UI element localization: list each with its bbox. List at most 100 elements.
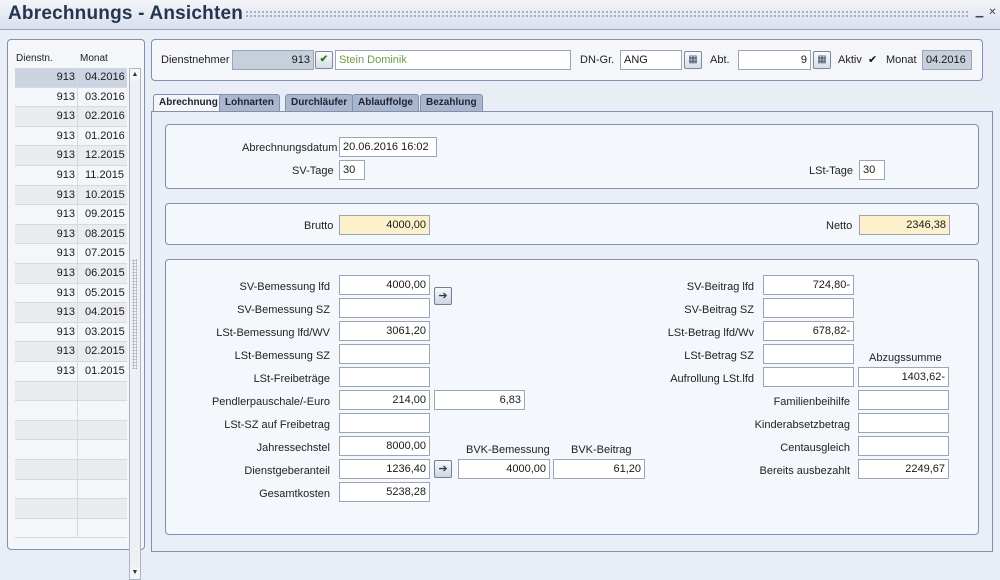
list-row[interactable]: 913 03.2016 <box>15 87 127 108</box>
list-cell-monat: 07.2015 <box>85 247 125 260</box>
list-row[interactable]: 913 06.2015 <box>15 264 127 284</box>
svtage-label: SV-Tage <box>292 165 334 177</box>
scroll-up-icon[interactable]: ▲ <box>130 69 140 81</box>
familienbeihilfe-label: Familienbeihilfe <box>773 396 850 408</box>
list-row[interactable] <box>15 460 127 480</box>
list-cell-monat: 02.2016 <box>85 110 125 123</box>
familienbeihilfe-field[interactable] <box>858 390 949 410</box>
abrechnung-panel: Abrechnungsdatum 20.06.2016 16:02 SV-Tag… <box>151 111 993 552</box>
monat-field[interactable]: 04.2016 <box>922 50 972 70</box>
list-row[interactable]: 913 04.2016 <box>15 68 127 88</box>
brutto-label: Brutto <box>304 220 334 232</box>
list-row[interactable] <box>15 420 127 441</box>
sv-bemessung-sz-field[interactable] <box>339 298 430 318</box>
sv-beitrag-lfd-field[interactable]: 724,80- <box>763 275 854 295</box>
aktiv-checkbox[interactable]: ✔ <box>868 55 878 66</box>
list-row[interactable] <box>15 479 127 500</box>
lst-betrag-lfd-label: LSt-Betrag lfd/Wv <box>667 327 754 339</box>
lst-sz-freibetrag-field[interactable] <box>339 413 430 433</box>
list-row[interactable]: 913 09.2015 <box>15 205 127 225</box>
aufrollung-field[interactable] <box>763 367 854 387</box>
list-scrollbar[interactable]: ▲ ▼ <box>129 68 141 580</box>
lsttage-field[interactable]: 30 <box>859 160 885 180</box>
list-cell-monat: 01.2015 <box>85 365 125 377</box>
bvk-bemessung-field[interactable]: 4000,00 <box>458 459 550 479</box>
close-icon[interactable]: ✕ <box>987 7 998 19</box>
gesamtkosten-field[interactable]: 5238,28 <box>339 482 430 502</box>
calendar-icon[interactable]: ▦ <box>813 51 831 69</box>
date-box: Abrechnungsdatum 20.06.2016 16:02 SV-Tag… <box>165 124 979 189</box>
minimize-icon[interactable]: ▁ <box>974 7 985 19</box>
bvk-beitrag-field[interactable]: 61,20 <box>553 459 645 479</box>
sv-beitrag-sz-field[interactable] <box>763 298 854 318</box>
list-row[interactable]: 913 07.2015 <box>15 244 127 264</box>
netto-field[interactable]: 2346,38 <box>859 215 950 235</box>
list-cell-dienstn: 913 <box>15 264 78 283</box>
arrow-right-icon[interactable]: ➔ <box>434 287 452 305</box>
lst-bemessung-sz-field[interactable] <box>339 344 430 364</box>
abt-field[interactable]: 9 <box>738 50 811 70</box>
list-row[interactable]: 913 01.2016 <box>15 126 127 147</box>
list-row[interactable]: 913 03.2015 <box>15 322 127 343</box>
dienstgeberanteil-field[interactable]: 1236,40 <box>339 459 430 479</box>
abzugssumme-field[interactable]: 1403,62- <box>858 367 949 387</box>
scroll-down-icon[interactable]: ▼ <box>130 567 140 579</box>
pendlereuro-field[interactable]: 6,83 <box>434 390 525 410</box>
list-row[interactable] <box>15 440 127 460</box>
centausgleich-field[interactable] <box>858 436 949 456</box>
dienstnehmer-nr-field[interactable]: 913 <box>232 50 314 70</box>
lst-bemessung-lfd-field[interactable]: 3061,20 <box>339 321 430 341</box>
gesamtkosten-label: Gesamtkosten <box>259 488 330 500</box>
dienstnehmer-name-field[interactable]: Stein Dominik <box>335 50 571 70</box>
window-title: Abrechnungs - Ansichten <box>8 3 244 24</box>
tab-bezahlung[interactable]: Bezahlung <box>420 94 483 111</box>
tab-abrechnung[interactable]: Abrechnung <box>153 94 224 112</box>
list-row[interactable] <box>15 518 127 539</box>
lst-freibetraege-field[interactable] <box>339 367 430 387</box>
lst-bemessung-sz-label: LSt-Bemessung SZ <box>234 350 330 362</box>
list-row[interactable]: 913 12.2015 <box>15 146 127 166</box>
lst-betrag-lfd-field[interactable]: 678,82- <box>763 321 854 341</box>
list-row[interactable]: 913 05.2015 <box>15 283 127 304</box>
scroll-grip[interactable] <box>132 259 137 369</box>
tab-ablauffolge[interactable]: Ablauffolge <box>352 94 419 111</box>
list-cell-dienstn: 913 <box>15 244 78 263</box>
bereits-ausbezahlt-label: Bereits ausbezahlt <box>759 465 851 477</box>
list-row[interactable]: 913 01.2015 <box>15 362 127 382</box>
abrechnungsdatum-field[interactable]: 20.06.2016 16:02 <box>339 137 437 157</box>
list-cell-monat: 02.2015 <box>85 345 125 358</box>
list-row[interactable]: 913 08.2015 <box>15 224 127 245</box>
col-header-dienstn[interactable]: Dienstn. <box>16 53 53 64</box>
list-row[interactable] <box>15 401 127 421</box>
check-icon[interactable]: ✔ <box>315 51 333 69</box>
kinderabsetzbetrag-field[interactable] <box>858 413 949 433</box>
list-cell-monat: 04.2016 <box>85 71 125 83</box>
list-row[interactable]: 913 02.2016 <box>15 107 127 127</box>
dngr-field[interactable]: ANG <box>620 50 682 70</box>
tab-lohnarten[interactable]: Lohnarten <box>219 94 280 111</box>
list-row[interactable] <box>15 499 127 519</box>
lst-betrag-sz-field[interactable] <box>763 344 854 364</box>
aufrollung-label: Aufrollung LSt.lfd <box>670 373 754 385</box>
list-cell-monat <box>79 519 127 538</box>
pendlerpauschale-field[interactable]: 214,00 <box>339 390 430 410</box>
calendar-icon[interactable]: ▦ <box>684 51 702 69</box>
list-row[interactable]: 913 04.2015 <box>15 303 127 323</box>
tab-durchlaeufer[interactable]: Durchläufer <box>285 94 354 111</box>
jahressechstel-field[interactable]: 8000,00 <box>339 436 430 456</box>
col-header-monat[interactable]: Monat <box>80 53 108 64</box>
sv-bemessung-sz-label: SV-Bemessung SZ <box>237 304 330 316</box>
arrow-right-icon[interactable]: ➔ <box>434 460 452 478</box>
sv-bemessung-lfd-field[interactable]: 4000,00 <box>339 275 430 295</box>
list-cell-dienstn: 913 <box>15 342 78 361</box>
list-row[interactable] <box>15 381 127 402</box>
bereits-ausbezahlt-field[interactable]: 2249,67 <box>858 459 949 479</box>
brutto-field[interactable]: 4000,00 <box>339 215 430 235</box>
svtage-field[interactable]: 30 <box>339 160 365 180</box>
list-row[interactable]: 913 02.2015 <box>15 342 127 362</box>
list-cell-monat: 09.2015 <box>85 208 125 221</box>
list-row[interactable]: 913 10.2015 <box>15 185 127 206</box>
list-cell-monat <box>79 499 127 518</box>
list-row[interactable]: 913 11.2015 <box>15 166 127 186</box>
jahressechstel-label: Jahressechstel <box>256 442 330 454</box>
